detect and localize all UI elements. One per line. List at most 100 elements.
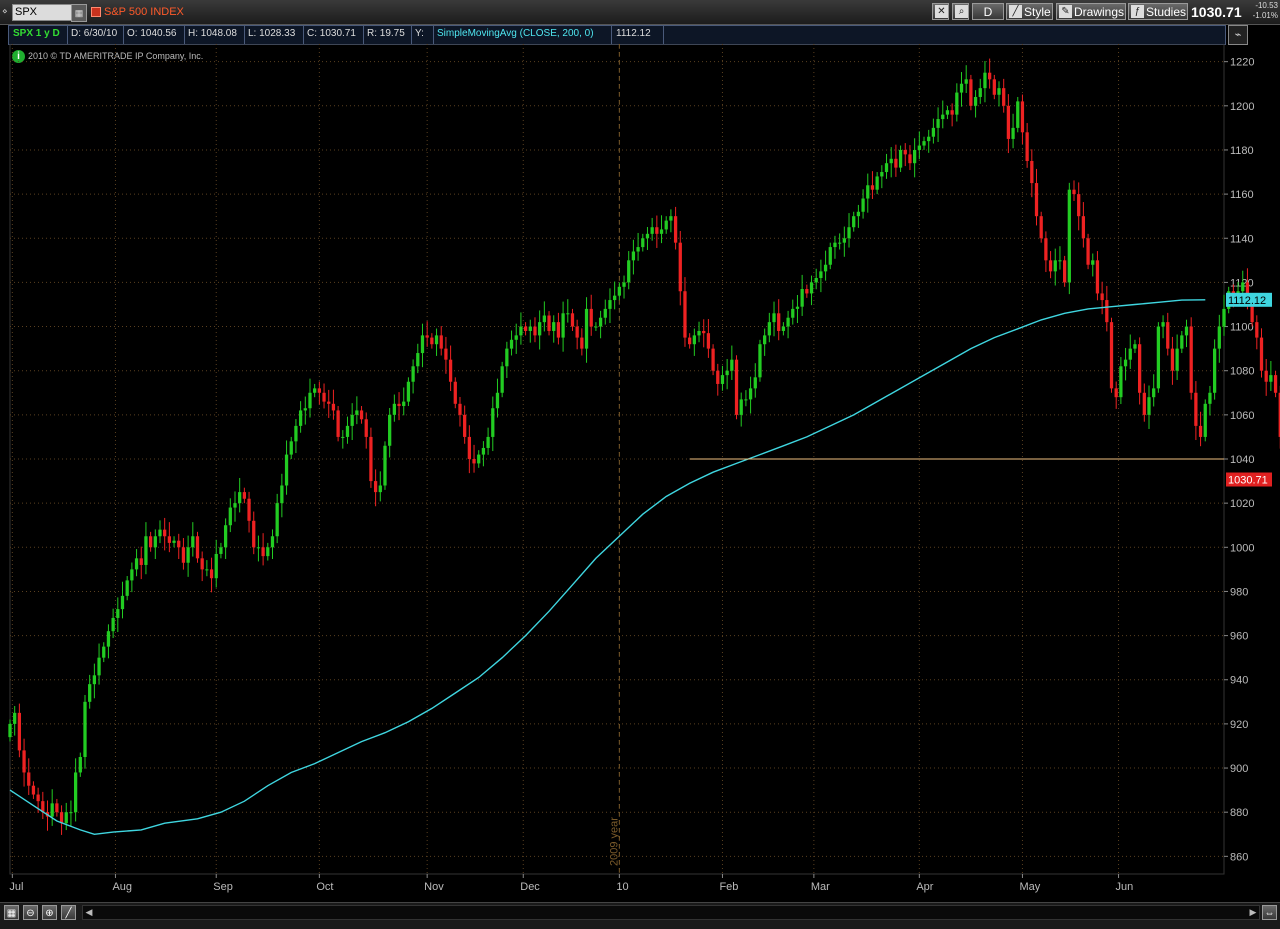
candle-body (453, 381, 457, 404)
candle-body (345, 425, 350, 437)
candle-body (8, 723, 12, 738)
candle-body (955, 92, 959, 115)
candle-body (580, 337, 584, 349)
divider (244, 26, 245, 44)
candle-body (238, 492, 242, 504)
symbol-period[interactable]: SPX 1 y D (13, 28, 60, 39)
studies-label: Studies (1146, 5, 1187, 19)
candle-body (734, 359, 739, 415)
candle-body (130, 569, 134, 581)
bar-open: O: 1040.56 (127, 28, 177, 39)
candle-body (847, 227, 851, 239)
candle-body (308, 392, 312, 409)
divider (663, 26, 664, 44)
x-tick-label: Oct (316, 881, 333, 893)
candle-body (1269, 375, 1273, 382)
symbol-input[interactable]: SPX (12, 4, 72, 21)
candle-body (195, 536, 200, 559)
crosshair-icon: ✕ (935, 5, 948, 18)
candle-body (903, 149, 907, 155)
candle-body (988, 72, 992, 80)
y-tick-label: 1040 (1230, 454, 1254, 466)
candle-body (411, 366, 415, 382)
candle-body (1142, 392, 1146, 415)
drawings-button[interactable]: ✎ Drawings (1056, 3, 1126, 20)
candle-body (317, 388, 321, 393)
x-tick-label: Dec (520, 881, 540, 893)
candle-body (622, 282, 626, 287)
candle-body (739, 399, 743, 415)
price-chart[interactable]: 860 880 900 920 940 960 980 1000 1020 1040 1060 108… (0, 44, 1280, 902)
expand-button[interactable]: ⇔ (1262, 905, 1277, 920)
candle-body (964, 79, 968, 84)
candle-body (270, 536, 275, 548)
candle-body (495, 392, 500, 409)
studies-button[interactable]: ƒ Studies (1128, 3, 1188, 20)
candle-body (945, 110, 950, 115)
zoom-in-button[interactable]: ⊕ (42, 905, 57, 920)
candle-body (584, 308, 589, 349)
candle-body (1067, 189, 1071, 283)
candle-body (327, 401, 331, 404)
chart-settings-icon[interactable]: ⌁ (1228, 25, 1248, 45)
candle-body (158, 529, 162, 537)
style-button[interactable]: ╱ Style (1006, 3, 1053, 20)
candle-body (64, 812, 68, 824)
candle-body (1030, 160, 1034, 184)
candle-body (148, 536, 153, 548)
candle-body (266, 547, 270, 557)
candle-body (97, 657, 101, 676)
study-label[interactable]: SimpleMovingAvg (CLOSE, 200, 0) (437, 28, 594, 39)
candle-body (1039, 216, 1043, 239)
scroll-right-icon[interactable]: ▶ (1247, 906, 1259, 919)
zoom-out-button[interactable]: ⊖ (23, 905, 38, 920)
candle-body (22, 750, 26, 773)
candle-body (758, 344, 762, 378)
candle-body (1264, 370, 1268, 382)
scroll-left-icon[interactable]: ◀ (83, 906, 95, 919)
candle-body (13, 712, 17, 724)
candle-body (134, 558, 139, 570)
candle-body (725, 370, 729, 376)
layout-button[interactable]: ▦ (4, 905, 19, 920)
candle-body (753, 377, 757, 389)
candle-body (1044, 238, 1048, 261)
candle-body (823, 264, 828, 272)
candle-body (528, 326, 532, 331)
bar-date: D: 6/30/10 (71, 28, 118, 39)
candle-body (500, 366, 504, 393)
candle-body (439, 335, 443, 349)
symbol-dropdown-button[interactable]: ▦ (71, 4, 87, 22)
corner-menu-icon[interactable]: ⋄ (2, 4, 10, 19)
candle-body (280, 485, 284, 504)
draw-line-button[interactable]: ╱ (61, 905, 76, 920)
crosshair-tool-button[interactable]: ✕ (932, 3, 949, 20)
candle-body (884, 163, 889, 173)
period-button[interactable]: D (972, 3, 1004, 20)
candle-body (748, 388, 753, 400)
candle-body (430, 337, 434, 345)
candle-body (31, 785, 36, 795)
candle-body (908, 154, 912, 164)
candle-body (1180, 335, 1184, 349)
x-tick-label: Jul (9, 881, 23, 893)
candle-body (298, 410, 303, 426)
zoom-tool-button[interactable]: ⌕ (952, 3, 969, 20)
y-tick-label: 980 (1230, 586, 1248, 598)
candle-body (27, 772, 31, 786)
candle-body (463, 414, 467, 437)
candle-body (294, 425, 298, 442)
candle-body (1048, 260, 1053, 272)
style-icon: ╱ (1009, 5, 1022, 18)
sma-value-label: 1112.12 (1228, 295, 1266, 307)
candle-body (1203, 403, 1207, 437)
x-tick-label: Aug (112, 881, 132, 893)
change-pct: -1.01% (1252, 11, 1278, 20)
time-scrollbar[interactable]: ◀ ▶ (82, 905, 1260, 920)
candle-body (1208, 392, 1212, 404)
candle-body (1152, 388, 1156, 398)
candle-body (425, 335, 429, 338)
candle-body (852, 216, 856, 228)
candle-body (678, 242, 682, 292)
candle-body (589, 308, 593, 327)
